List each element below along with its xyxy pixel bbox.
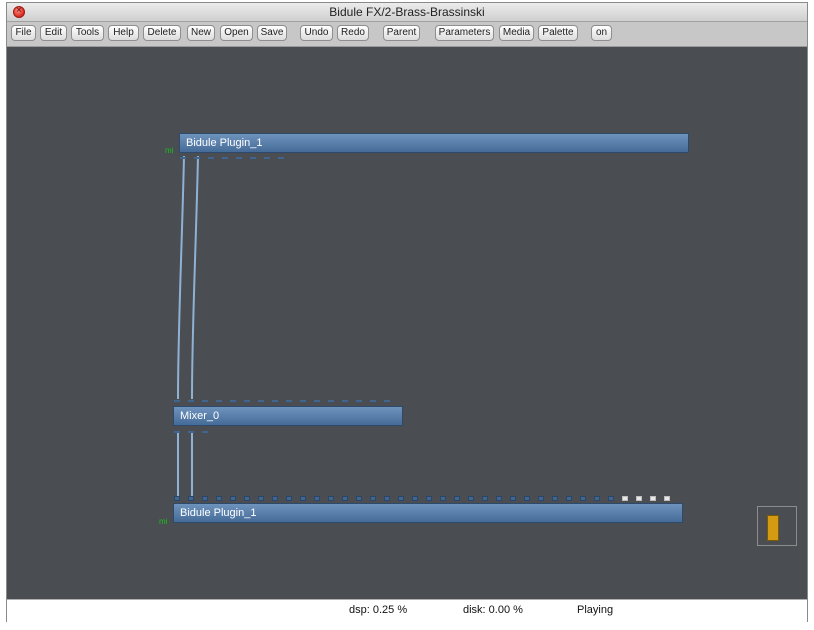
connector-pin[interactable]: [552, 496, 558, 501]
connector-pin[interactable]: [272, 400, 278, 402]
save-button[interactable]: Save: [257, 25, 287, 41]
play-state: Playing: [577, 604, 614, 616]
connector-pin[interactable]: [174, 496, 180, 501]
connector-pin[interactable]: [188, 431, 194, 433]
connector-pin[interactable]: [384, 496, 390, 501]
cpu-meter: [757, 506, 797, 546]
connector-pin[interactable]: [188, 400, 194, 402]
connector-pin[interactable]: [250, 157, 256, 159]
edit-button[interactable]: Edit: [40, 25, 67, 41]
node-bottom-plugin[interactable]: Bidule Plugin_1: [173, 503, 683, 523]
connector-pin[interactable]: [244, 496, 250, 501]
parameters-button[interactable]: Parameters: [435, 25, 494, 41]
connector-pin[interactable]: [188, 496, 194, 501]
connector-pin[interactable]: [538, 496, 544, 501]
connector-pin[interactable]: [426, 496, 432, 501]
connector-pin[interactable]: [328, 400, 334, 402]
connector-pin[interactable]: [342, 400, 348, 402]
connector-pin[interactable]: [300, 400, 306, 402]
connector-pin[interactable]: [314, 496, 320, 501]
connector-pin[interactable]: [180, 157, 186, 159]
connector-pin[interactable]: [566, 496, 572, 501]
connector-pin[interactable]: [370, 400, 376, 402]
delete-button[interactable]: Delete: [143, 25, 181, 41]
connector-pin[interactable]: [202, 496, 208, 501]
connector-pin[interactable]: [664, 496, 670, 501]
connector-pin[interactable]: [356, 400, 362, 402]
open-button[interactable]: Open: [220, 25, 253, 41]
connector-pin[interactable]: [216, 496, 222, 501]
connector-pin[interactable]: [272, 496, 278, 501]
dsp-on-toggle[interactable]: on: [591, 25, 612, 41]
help-button[interactable]: Help: [108, 25, 139, 41]
app-window: × Bidule FX/2-Brass-Brassinski File Edit…: [6, 2, 808, 622]
connector-pin[interactable]: [264, 157, 270, 159]
node-top-label: Bidule Plugin_1: [186, 137, 263, 149]
connector-pin[interactable]: [370, 496, 376, 501]
connector-pin[interactable]: [608, 496, 614, 501]
toolbar: File Edit Tools Help Delete New Open Sav…: [7, 22, 807, 47]
cpu-meter-bar: [767, 515, 779, 541]
connector-pin[interactable]: [440, 496, 446, 501]
connector-pin[interactable]: [208, 157, 214, 159]
node-top-plugin[interactable]: Bidule Plugin_1: [179, 133, 689, 153]
connector-pin[interactable]: [236, 157, 242, 159]
connector-pin[interactable]: [258, 400, 264, 402]
connector-pin[interactable]: [356, 496, 362, 501]
connector-pin[interactable]: [174, 400, 180, 402]
midi-input-top[interactable]: mi: [165, 146, 173, 155]
connector-pin[interactable]: [622, 496, 628, 501]
window-title: Bidule FX/2-Brass-Brassinski: [329, 5, 485, 19]
connector-pin[interactable]: [174, 431, 180, 433]
connector-pin[interactable]: [278, 157, 284, 159]
midi-input-bottom[interactable]: mi: [159, 517, 167, 526]
connector-pin[interactable]: [342, 496, 348, 501]
disk-load: disk: 0.00 %: [463, 604, 523, 616]
dsp-load: dsp: 0.25 %: [349, 604, 408, 616]
connector-pin[interactable]: [244, 400, 250, 402]
connector-pin[interactable]: [202, 400, 208, 402]
connector-pin[interactable]: [230, 496, 236, 501]
file-button[interactable]: File: [11, 25, 36, 41]
palette-button[interactable]: Palette: [538, 25, 578, 41]
connector-pin[interactable]: [216, 400, 222, 402]
connector-pin[interactable]: [286, 496, 292, 501]
undo-button[interactable]: Undo: [300, 25, 333, 41]
wire-top-to-mixer-left: [177, 155, 185, 400]
connector-pin[interactable]: [510, 496, 516, 501]
node-mixer-label: Mixer_0: [180, 410, 220, 422]
connector-pin[interactable]: [194, 157, 200, 159]
connector-pin[interactable]: [258, 496, 264, 501]
connector-pin[interactable]: [286, 400, 292, 402]
media-button[interactable]: Media: [499, 25, 534, 41]
connector-pin[interactable]: [314, 400, 320, 402]
new-button[interactable]: New: [187, 25, 215, 41]
connector-pin[interactable]: [496, 496, 502, 501]
connector-pin[interactable]: [594, 496, 600, 501]
node-mixer[interactable]: Mixer_0: [173, 406, 403, 426]
parent-button[interactable]: Parent: [383, 25, 420, 41]
title-bar: × Bidule FX/2-Brass-Brassinski: [7, 3, 807, 22]
tools-button[interactable]: Tools: [71, 25, 104, 41]
connector-pin[interactable]: [328, 496, 334, 501]
node-bottom-label: Bidule Plugin_1: [180, 507, 257, 519]
connector-pin[interactable]: [300, 496, 306, 501]
connector-pin[interactable]: [468, 496, 474, 501]
connector-pin[interactable]: [202, 431, 208, 433]
connector-pin[interactable]: [636, 496, 642, 501]
connector-pin[interactable]: [222, 157, 228, 159]
wire-top-to-mixer-right: [191, 155, 199, 400]
connector-pin[interactable]: [454, 496, 460, 501]
connector-pin[interactable]: [524, 496, 530, 501]
connector-pin[interactable]: [482, 496, 488, 501]
redo-button[interactable]: Redo: [337, 25, 369, 41]
connector-pin[interactable]: [384, 400, 390, 402]
connector-pin[interactable]: [412, 496, 418, 501]
connector-pin[interactable]: [398, 496, 404, 501]
patch-canvas[interactable]: mi Bidule Plugin_1 Mixer_0 mi Bidule Plu…: [7, 47, 807, 599]
connector-pin[interactable]: [650, 496, 656, 501]
connector-pin[interactable]: [580, 496, 586, 501]
status-bar: dsp: 0.25 % disk: 0.00 % Playing: [7, 599, 807, 622]
connector-pin[interactable]: [230, 400, 236, 402]
